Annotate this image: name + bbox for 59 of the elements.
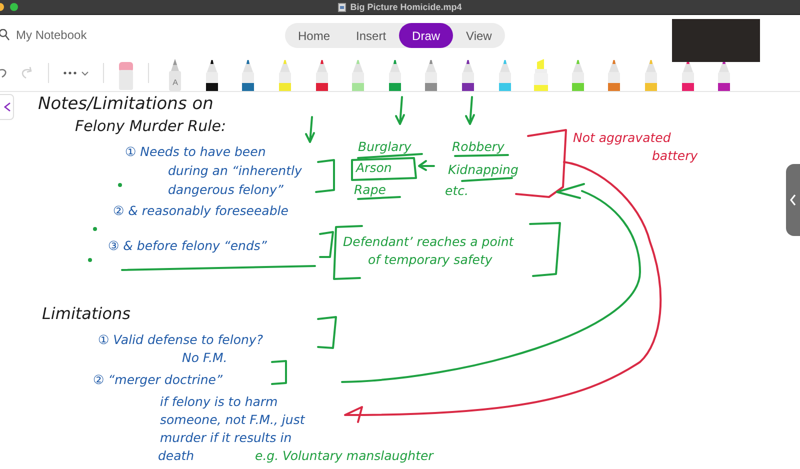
- chevron-down-icon[interactable]: [81, 70, 89, 76]
- underline: [461, 177, 513, 182]
- handwritten-note: ① Valid defense to felony?: [98, 332, 263, 347]
- down-arrow: [465, 96, 475, 125]
- handwritten-note: ② & reasonably foreseeable: [113, 203, 288, 218]
- handwritten-note: No F.M.: [182, 350, 228, 365]
- handwritten-note: Robbery: [452, 139, 504, 154]
- ribbon-tab[interactable]: View: [453, 23, 505, 48]
- undo-icon[interactable]: [0, 66, 8, 80]
- handwritten-note: Notes/Limitations on: [38, 94, 214, 114]
- handwritten-note: Defendant’ reaches a point: [343, 234, 514, 249]
- handwritten-note: Felony Murder Rule:: [75, 117, 226, 135]
- handwritten-note: during an “inherently: [168, 163, 302, 178]
- document-icon: [338, 2, 346, 12]
- notebook-name[interactable]: My Notebook: [16, 28, 87, 42]
- handwritten-note: dangerous felony”: [168, 182, 284, 197]
- handwritten-note: Limitations: [42, 304, 130, 324]
- handwritten-note: ② “merger doctrine”: [93, 372, 222, 387]
- search-icon[interactable]: [0, 29, 10, 41]
- handwritten-note: e.g. Voluntary manslaughter: [255, 448, 434, 463]
- underline: [357, 196, 401, 200]
- bracket: [315, 159, 335, 193]
- pencil-tool[interactable]: A: [157, 61, 194, 91]
- highlight-box: [351, 157, 417, 181]
- handwritten-note: Rape: [354, 182, 386, 197]
- underline: [357, 153, 423, 159]
- handwritten-note: Burglary: [358, 139, 412, 154]
- handwritten-note: Not aggravated: [573, 130, 671, 145]
- left-arrow: [418, 160, 435, 171]
- bracket: [529, 222, 561, 277]
- handwritten-note: etc.: [445, 183, 468, 198]
- bracket: [271, 360, 287, 385]
- bullet-dot: [88, 258, 92, 262]
- handwritten-note: Kidnapping: [448, 162, 518, 177]
- down-arrow: [305, 116, 315, 143]
- bullet-dot: [93, 227, 97, 231]
- collapse-button[interactable]: [0, 94, 14, 120]
- handwritten-note: murder if it results in: [160, 430, 292, 445]
- down-arrow: [395, 96, 405, 125]
- handwritten-note: ① Needs to have been: [125, 144, 266, 159]
- ribbon-tab[interactable]: Insert: [343, 23, 400, 48]
- chevron-left-icon: [790, 194, 796, 206]
- bullet-dot: [118, 183, 122, 187]
- underline: [454, 154, 509, 157]
- ribbon-tab[interactable]: Home: [285, 23, 344, 48]
- side-panel-handle[interactable]: [786, 164, 800, 236]
- handwritten-note: ③ & before felony “ends”: [108, 238, 267, 253]
- handwritten-note: if felony is to harm: [160, 394, 278, 409]
- handwritten-note: battery: [652, 148, 698, 163]
- bracket: [317, 316, 337, 349]
- ribbon-tab[interactable]: Draw: [399, 23, 454, 48]
- handwritten-note: of temporary safety: [368, 252, 492, 267]
- handwritten-note: Arson: [356, 160, 392, 175]
- window-title: Big Picture Homicide.mp4: [350, 2, 462, 12]
- handwritten-note: death: [158, 448, 194, 463]
- handwritten-note: someone, not F.M., just: [160, 412, 305, 427]
- zoom-window-button[interactable]: [10, 3, 18, 11]
- chevron-left-icon: [4, 102, 11, 112]
- more-icon[interactable]: [63, 71, 77, 75]
